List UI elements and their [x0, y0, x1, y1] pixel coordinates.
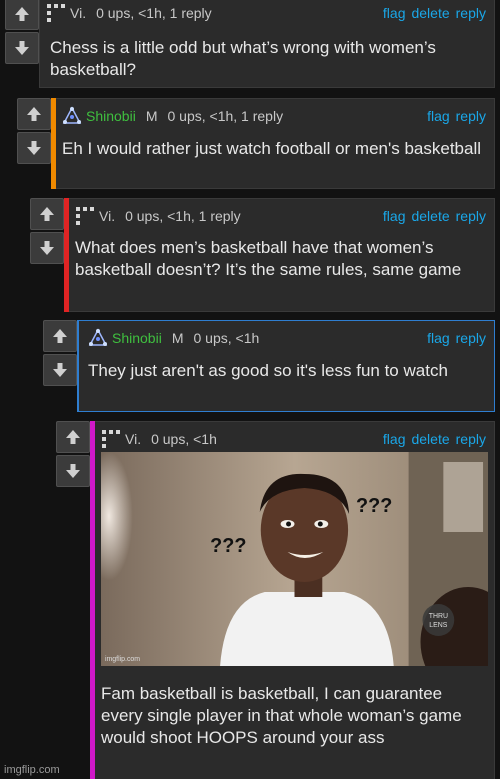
vote-column	[17, 98, 51, 166]
reply-link[interactable]: reply	[456, 330, 486, 346]
comment-header: Shinobii M 0 ups, <1h flag reply	[78, 325, 494, 351]
vote-column	[30, 198, 64, 266]
comment-box: Shinobii M 0 ups, <1h, 1 reply flag repl…	[51, 98, 495, 189]
comment-text: Fam basketball is basketball, I can guar…	[101, 684, 462, 747]
comment-box: Vi. 0 ups, <1h, 1 reply flag delete repl…	[64, 198, 495, 312]
arrow-down-icon	[15, 41, 29, 55]
arrow-down-icon	[53, 363, 67, 377]
username-link[interactable]: Vi.	[70, 5, 86, 21]
meme-credit: imgflip.com	[105, 656, 140, 663]
delete-link[interactable]: delete	[411, 5, 449, 21]
reply-link[interactable]: reply	[456, 108, 486, 124]
comment-meta: 0 ups, <1h	[151, 431, 217, 447]
username-link[interactable]: Vi.	[99, 208, 115, 224]
username-link[interactable]: Shinobii	[86, 108, 136, 124]
comment-1: Vi. 0 ups, <1h, 1 reply flag delete repl…	[5, 0, 500, 92]
thru-lens-badge-bottom: LENS	[429, 622, 447, 629]
comment-text: What does men’s basketball have that wom…	[75, 238, 462, 279]
question-marks-left: ???	[210, 535, 246, 557]
comment-text: Chess is a little odd but what’s wrong w…	[50, 38, 436, 79]
user-avatar[interactable]	[88, 328, 108, 348]
comment-text: Eh I would rather just watch football or…	[62, 139, 482, 158]
mod-badge: M	[145, 108, 158, 124]
reply-link[interactable]: reply	[456, 5, 486, 21]
comment-text: They just aren't as good so it's less fu…	[88, 361, 448, 380]
user-avatar[interactable]	[101, 429, 121, 449]
comment-4: Shinobii M 0 ups, <1h flag reply They ju…	[43, 320, 500, 414]
flag-link[interactable]: flag	[427, 108, 450, 124]
username-link[interactable]: Shinobii	[112, 330, 162, 346]
thread-bar	[90, 421, 95, 779]
vote-column	[5, 0, 39, 66]
flag-link[interactable]: flag	[383, 431, 406, 447]
delete-link[interactable]: delete	[411, 431, 449, 447]
flag-link[interactable]: flag	[383, 208, 406, 224]
comment-actions: flag delete reply	[383, 5, 494, 21]
arrow-up-icon	[27, 107, 41, 121]
confused-man-meme: ??? ??? THRU LENS imgflip.com	[101, 452, 488, 666]
vote-column	[43, 320, 77, 388]
user-avatar[interactable]	[62, 106, 82, 126]
comment-box: Vi. 0 ups, <1h flag delete reply ??? ???…	[90, 421, 495, 779]
username-link[interactable]: Vi.	[125, 431, 141, 447]
comment-box: Shinobii M 0 ups, <1h flag reply They ju…	[77, 320, 495, 412]
comment-3: Vi. 0 ups, <1h, 1 reply flag delete repl…	[30, 198, 500, 314]
mod-badge: M	[171, 330, 184, 346]
downvote-button[interactable]	[17, 132, 51, 164]
comment-header: Vi. 0 ups, <1h, 1 reply flag delete repl…	[40, 0, 494, 26]
comment-5: Vi. 0 ups, <1h flag delete reply ??? ???…	[56, 421, 500, 779]
arrow-up-icon	[53, 329, 67, 343]
user-avatar[interactable]	[75, 206, 95, 226]
arrow-down-icon	[66, 464, 80, 478]
comment-meta: 0 ups, <1h	[193, 330, 260, 346]
downvote-button[interactable]	[56, 455, 90, 487]
comment-actions: flag reply	[427, 330, 494, 346]
upvote-button[interactable]	[5, 0, 39, 30]
comment-meta: 0 ups, <1h, 1 reply	[96, 5, 212, 21]
vote-column	[56, 421, 90, 489]
arrow-up-icon	[40, 207, 54, 221]
arrow-down-icon	[27, 141, 41, 155]
upvote-button[interactable]	[43, 320, 77, 352]
comment-meta: 0 ups, <1h, 1 reply	[125, 208, 241, 224]
downvote-button[interactable]	[5, 32, 39, 64]
reply-link[interactable]: reply	[456, 431, 486, 447]
imgflip-watermark: imgflip.com	[4, 764, 60, 776]
question-marks-right: ???	[356, 495, 392, 517]
downvote-button[interactable]	[30, 232, 64, 264]
comment-meta: 0 ups, <1h, 1 reply	[167, 108, 284, 124]
upvote-button[interactable]	[17, 98, 51, 130]
flag-link[interactable]: flag	[427, 330, 450, 346]
delete-link[interactable]: delete	[411, 208, 449, 224]
comment-header: Vi. 0 ups, <1h flag delete reply	[91, 426, 494, 452]
flag-link[interactable]: flag	[383, 5, 406, 21]
comment-actions: flag delete reply	[383, 431, 494, 447]
comment-header: Vi. 0 ups, <1h, 1 reply flag delete repl…	[65, 203, 494, 229]
arrow-down-icon	[40, 241, 54, 255]
arrow-up-icon	[15, 7, 29, 21]
reply-link[interactable]: reply	[456, 208, 486, 224]
arrow-up-icon	[66, 430, 80, 444]
comment-box: Vi. 0 ups, <1h, 1 reply flag delete repl…	[39, 0, 495, 88]
upvote-button[interactable]	[56, 421, 90, 453]
comment-2: Shinobii M 0 ups, <1h, 1 reply flag repl…	[17, 98, 500, 190]
comment-actions: flag delete reply	[383, 208, 494, 224]
user-avatar[interactable]	[46, 3, 66, 23]
downvote-button[interactable]	[43, 354, 77, 386]
thru-lens-badge-top: THRU	[429, 613, 448, 620]
upvote-button[interactable]	[30, 198, 64, 230]
comment-header: Shinobii M 0 ups, <1h, 1 reply flag repl…	[52, 103, 494, 129]
comment-actions: flag reply	[427, 108, 494, 124]
meme-image[interactable]: ??? ??? THRU LENS imgflip.com	[101, 452, 488, 666]
